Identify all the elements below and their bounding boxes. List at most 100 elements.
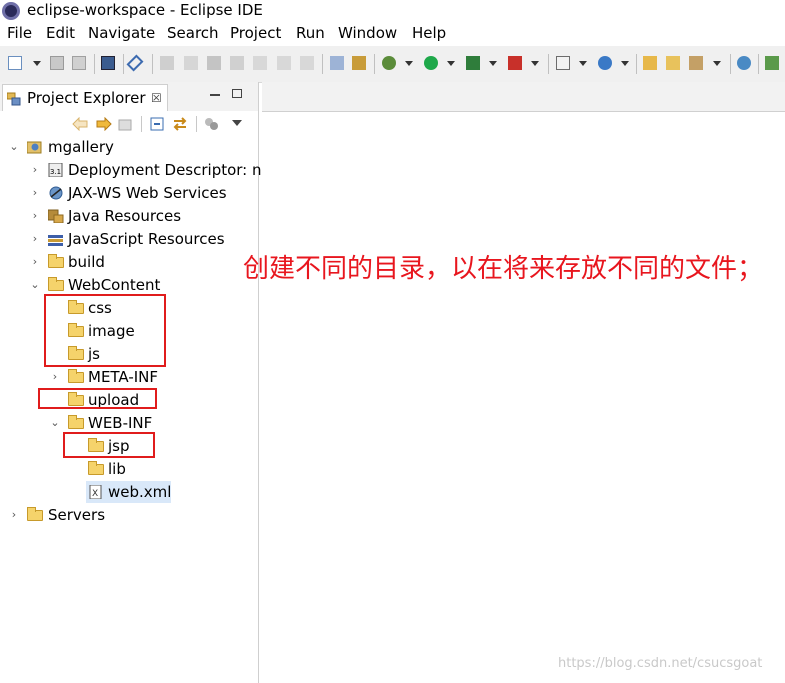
tab-project-explorer[interactable]: Project Explorer ☒ bbox=[2, 84, 168, 112]
forward-icon[interactable] bbox=[96, 117, 112, 131]
menu-help[interactable]: Help bbox=[412, 24, 446, 42]
search-tool-icon[interactable] bbox=[689, 56, 703, 70]
collapsed-toggle-icon[interactable]: › bbox=[29, 159, 41, 181]
toolbar-separator bbox=[636, 54, 637, 74]
tree-item-web-inf[interactable]: ⌄ WEB-INF bbox=[0, 412, 258, 434]
search-dropdown-icon[interactable] bbox=[713, 61, 721, 66]
tree-item-servers[interactable]: › Servers bbox=[0, 504, 258, 526]
view-tab-bar: Project Explorer ☒ bbox=[0, 82, 258, 112]
collapsed-toggle-icon[interactable]: › bbox=[49, 366, 61, 388]
expand-toggle-icon[interactable]: ⌄ bbox=[49, 412, 61, 434]
tree-item-meta-inf[interactable]: › META-INF bbox=[0, 366, 258, 388]
collapsed-toggle-icon[interactable]: › bbox=[29, 205, 41, 227]
collapse-all-icon[interactable] bbox=[150, 117, 164, 131]
terminal-icon[interactable] bbox=[101, 56, 115, 70]
terminate-icon[interactable] bbox=[207, 56, 221, 70]
maximize-view-icon[interactable] bbox=[232, 89, 242, 98]
tree-label: JAX-WS Web Services bbox=[68, 184, 227, 202]
suspend-icon[interactable] bbox=[184, 56, 198, 70]
new-server-icon[interactable] bbox=[556, 56, 570, 70]
up-icon[interactable] bbox=[118, 117, 132, 131]
toolbar-separator bbox=[94, 54, 95, 74]
collapsed-toggle-icon[interactable]: › bbox=[29, 228, 41, 250]
open-resource-icon[interactable] bbox=[666, 56, 680, 70]
javascript-resources-icon bbox=[48, 235, 63, 246]
svg-text:X: X bbox=[92, 489, 98, 499]
menu-navigate[interactable]: Navigate bbox=[88, 24, 155, 42]
debug-dropdown-icon[interactable] bbox=[405, 61, 413, 66]
tree-item-java-resources[interactable]: › Java Resources bbox=[0, 205, 258, 227]
expand-toggle-icon[interactable]: ⌄ bbox=[8, 136, 20, 158]
tree-item-jaxws[interactable]: › JAX-WS Web Services bbox=[0, 182, 258, 204]
tree-item-deployment-descriptor[interactable]: › 3.1 Deployment Descriptor: n bbox=[0, 159, 262, 181]
run-icon[interactable] bbox=[424, 56, 438, 70]
collapsed-toggle-icon[interactable]: › bbox=[29, 251, 41, 273]
minimize-view-icon[interactable] bbox=[210, 94, 220, 96]
expand-toggle-icon[interactable]: ⌄ bbox=[29, 274, 41, 296]
perspective-icon[interactable] bbox=[765, 56, 779, 70]
view-menu-icon[interactable] bbox=[232, 120, 242, 126]
menu-edit[interactable]: Edit bbox=[46, 24, 75, 42]
menu-window[interactable]: Window bbox=[338, 24, 397, 42]
disconnect-icon[interactable] bbox=[230, 56, 244, 70]
tree-label: Servers bbox=[48, 506, 106, 524]
main-toolbar bbox=[0, 46, 785, 83]
tree-item-build[interactable]: › build bbox=[0, 251, 258, 273]
new-java-class-icon[interactable] bbox=[598, 56, 612, 70]
svg-text:3.1: 3.1 bbox=[50, 168, 61, 176]
filters-icon[interactable] bbox=[204, 117, 218, 131]
external-tools-dropdown-icon[interactable] bbox=[531, 61, 539, 66]
tree-item-javascript-resources[interactable]: › JavaScript Resources bbox=[0, 228, 258, 250]
tree-label: WEB-INF bbox=[88, 414, 153, 432]
toolbar-separator bbox=[548, 54, 549, 74]
tree-item-lib[interactable]: lib bbox=[0, 458, 258, 480]
tree-item-web-xml[interactable]: X web.xml bbox=[86, 481, 171, 503]
step-into-icon[interactable] bbox=[253, 56, 267, 70]
collapsed-toggle-icon[interactable]: › bbox=[29, 182, 41, 204]
close-tab-icon[interactable]: ☒ bbox=[151, 91, 162, 105]
menu-search[interactable]: Search bbox=[167, 24, 219, 42]
run-dropdown-icon[interactable] bbox=[447, 61, 455, 66]
tree-label: WebContent bbox=[68, 276, 161, 294]
new-icon[interactable] bbox=[8, 56, 22, 70]
resume-icon[interactable] bbox=[160, 56, 174, 70]
new-server-dropdown-icon[interactable] bbox=[579, 61, 587, 66]
use-step-filters-icon[interactable] bbox=[330, 56, 344, 70]
toolbar-separator bbox=[322, 54, 323, 74]
collapsed-toggle-icon[interactable]: › bbox=[8, 504, 20, 526]
save-icon[interactable] bbox=[50, 56, 64, 70]
coverage-icon[interactable] bbox=[352, 56, 366, 70]
editor-tab-strip bbox=[262, 82, 785, 112]
highlight-box-jsp bbox=[63, 432, 155, 458]
folder-icon bbox=[27, 507, 43, 521]
back-icon[interactable] bbox=[72, 117, 88, 131]
step-over-icon[interactable] bbox=[277, 56, 291, 70]
xml-file-icon: X bbox=[89, 485, 102, 499]
tree-item-mgallery[interactable]: ⌄ mgallery bbox=[0, 136, 258, 158]
link-with-editor-icon[interactable] bbox=[172, 116, 188, 132]
menu-project[interactable]: Project bbox=[230, 24, 281, 42]
folder-icon bbox=[48, 254, 64, 268]
new-class-dropdown-icon[interactable] bbox=[621, 61, 629, 66]
external-tools-icon[interactable] bbox=[508, 56, 522, 70]
step-return-icon[interactable] bbox=[300, 56, 314, 70]
coverage-dropdown-icon[interactable] bbox=[489, 61, 497, 66]
save-all-icon[interactable] bbox=[72, 56, 86, 70]
menu-run[interactable]: Run bbox=[296, 24, 325, 42]
browser-icon[interactable] bbox=[737, 56, 751, 70]
debug-icon[interactable] bbox=[382, 56, 396, 70]
toolbar-separator bbox=[730, 54, 731, 74]
open-type-icon[interactable] bbox=[643, 56, 657, 70]
new-dropdown-icon[interactable] bbox=[33, 61, 41, 66]
window-title: eclipse-workspace - Eclipse IDE bbox=[27, 1, 263, 19]
java-resources-icon bbox=[48, 209, 64, 223]
tree-label: Java Resources bbox=[68, 207, 182, 225]
editor-area bbox=[262, 82, 785, 683]
tree-item-webcontent[interactable]: ⌄ WebContent bbox=[0, 274, 258, 296]
menu-file[interactable]: File bbox=[7, 24, 32, 42]
tree-label: lib bbox=[108, 460, 126, 478]
annotation-text: 创建不同的目录，以在将来存放不同的文件； bbox=[243, 254, 764, 284]
run-coverage-icon[interactable] bbox=[466, 56, 480, 70]
skip-breakpoints-icon[interactable] bbox=[126, 54, 144, 72]
tree-label: Deployment Descriptor: n bbox=[68, 161, 262, 179]
